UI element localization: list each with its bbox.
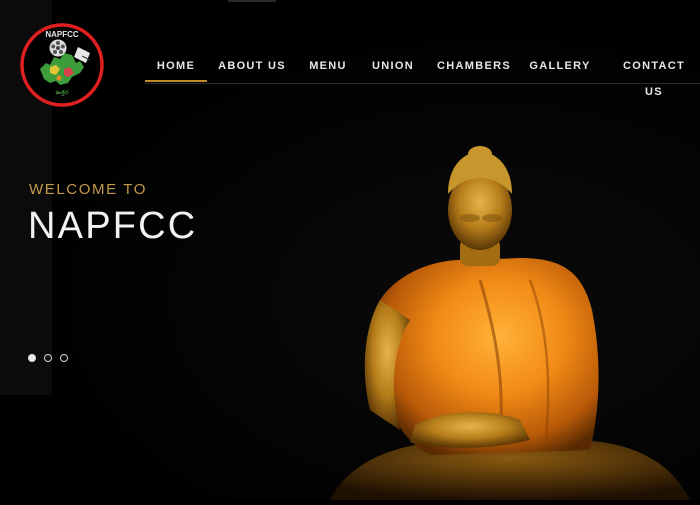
buddha-statue-image bbox=[320, 140, 700, 500]
nav-chambers[interactable]: CHAMBERS bbox=[437, 53, 510, 81]
slide-dot-1[interactable] bbox=[28, 354, 36, 362]
site-logo[interactable]: NAPFCC ఉత్తర bbox=[20, 23, 104, 107]
svg-text:ఉత్తర: ఉత్తర bbox=[55, 89, 68, 96]
nav-menu[interactable]: MENU bbox=[305, 53, 351, 81]
nav-home[interactable]: HOME bbox=[145, 53, 207, 82]
hero-title: NAPFCC bbox=[28, 205, 198, 247]
nav-contact-us[interactable]: CONTACT US bbox=[613, 53, 695, 98]
welcome-heading: WELCOME TO bbox=[29, 181, 147, 198]
svg-text:NAPFCC: NAPFCC bbox=[45, 30, 79, 39]
nav-about-us[interactable]: ABOUT US bbox=[218, 53, 286, 81]
slide-dot-3[interactable] bbox=[60, 354, 68, 362]
slide-dot-2[interactable] bbox=[44, 354, 52, 362]
nav-union[interactable]: UNION bbox=[369, 53, 417, 81]
napfcc-logo-icon: NAPFCC ఉత్తర bbox=[20, 23, 104, 107]
top-divider bbox=[228, 0, 276, 2]
nav-gallery[interactable]: GALLERY bbox=[529, 53, 591, 81]
main-nav: HOME ABOUT US MENU UNION CHAMBERS GALLER… bbox=[145, 53, 700, 98]
